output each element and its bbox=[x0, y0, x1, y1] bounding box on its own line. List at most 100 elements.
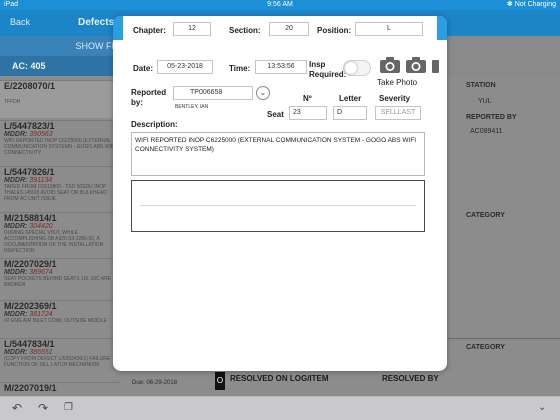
reported-by-name: BENTLEY, IAN bbox=[175, 104, 209, 110]
modal-accent bbox=[113, 16, 123, 40]
insp-required-toggle[interactable] bbox=[343, 60, 371, 76]
chapter-label: Chapter: bbox=[133, 26, 166, 35]
defect-id: M/2202369/1 bbox=[4, 301, 57, 311]
defect-list: E/2208070/1 TFFDH L/5447823/1 MDDR: 3905… bbox=[0, 76, 120, 396]
mddr-label: MDDR: bbox=[4, 131, 28, 138]
list-item[interactable]: E/2208070/1 TFFDH bbox=[0, 80, 120, 118]
resolved-on-label: RESOLVED ON LOG/ITEM bbox=[230, 374, 329, 383]
insp-required-label: Required: bbox=[309, 70, 347, 79]
defect-detail-pane: STATION YUL REPORTED BY AC089411 CATEGOR… bbox=[448, 76, 560, 396]
reported-by-value: TP006658 bbox=[190, 89, 223, 96]
station-label: STATION bbox=[466, 82, 496, 89]
modal-accent bbox=[437, 16, 447, 40]
mddr-value: 304420 bbox=[29, 223, 53, 230]
defect-mddr: MDDR: 391134 bbox=[4, 177, 120, 184]
copy-icon[interactable]: ❐ bbox=[64, 402, 73, 413]
seat-number-label: Nº bbox=[303, 94, 312, 103]
chevron-down-icon[interactable]: ⌄ bbox=[538, 402, 546, 413]
defect-id: L/5447823/1 bbox=[4, 121, 55, 131]
date-field[interactable]: 05-23-2018 bbox=[157, 60, 213, 74]
defect-mddr: MDDR: 304420 bbox=[4, 223, 120, 230]
divider bbox=[448, 338, 560, 339]
defect-entry-modal: Chapter: 12 Section: 20 Position: L Date… bbox=[113, 16, 447, 371]
seat-label: Seat bbox=[267, 110, 284, 119]
take-photo-label[interactable]: Take Photo bbox=[377, 78, 417, 87]
back-button[interactable]: Back bbox=[10, 17, 30, 27]
defect-id: M/2207029/1 bbox=[4, 259, 57, 269]
redo-icon[interactable]: ↷ bbox=[38, 401, 48, 415]
reported-by-value: AC089411 bbox=[470, 128, 503, 135]
bluetooth-icon: ✱ bbox=[506, 1, 513, 8]
section-field[interactable]: 20 bbox=[269, 22, 309, 36]
list-item[interactable]: M/2158814/1 MDDR: 304420 DURING SPECIAL … bbox=[0, 212, 120, 256]
defect-desc: #2 ENG AIR INLET COWL OUTSIDE MIDDLE bbox=[4, 318, 107, 324]
keyboard-toolbar: ↶ ↷ ❐ ⌄ bbox=[0, 396, 560, 420]
mddr-label: MDDR: bbox=[4, 177, 28, 184]
defect-id: L/5447834/1 bbox=[4, 339, 55, 349]
camera-icon[interactable] bbox=[405, 56, 427, 74]
insp-label: Insp bbox=[309, 60, 326, 69]
undo-icon[interactable]: ↶ bbox=[12, 401, 22, 415]
category-label: CATEGORY bbox=[466, 212, 505, 219]
category-label: CATEGORY bbox=[466, 344, 505, 351]
battery-label: Not Charging bbox=[514, 1, 556, 8]
mddr-value: 381724 bbox=[29, 311, 53, 318]
defect-desc: TFFDH bbox=[4, 99, 21, 105]
mddr-label: MDDR: bbox=[4, 223, 28, 230]
list-item[interactable]: M/2207029/1 MDDR: 389674 SEAT POCKETS BE… bbox=[0, 258, 120, 298]
clock: 9:56 AM bbox=[267, 1, 293, 8]
position-field[interactable]: L bbox=[355, 22, 423, 36]
severity-label: Severity bbox=[379, 94, 411, 103]
battery-status: ✱ Not Charging bbox=[507, 0, 556, 10]
defect-mddr: MDDR: 386551 bbox=[4, 349, 120, 356]
mddr-label: MDDR: bbox=[4, 269, 28, 276]
list-item[interactable]: L/5447826/1 MDDR: 391134 TAPED FROM C651… bbox=[0, 166, 120, 210]
reported-by-label: Reported bbox=[131, 88, 167, 97]
severity-field[interactable]: SELLLAST bbox=[375, 106, 421, 120]
reported-by-label-2: by: bbox=[131, 98, 143, 107]
mddr-value: 386551 bbox=[29, 349, 53, 356]
station-value: YUL bbox=[478, 98, 492, 105]
defect-desc: SEAT POCKETS BEHIND SEATS 10L 16C ARE BR… bbox=[4, 276, 112, 288]
section-label: Section: bbox=[229, 26, 261, 35]
signature-pad[interactable] bbox=[131, 180, 425, 232]
defect-id: E/2208070/1 bbox=[4, 81, 56, 91]
defect-desc: TAPED FROM C6510800 - TSD 50SDU INOP THA… bbox=[4, 184, 107, 202]
show-filter-button[interactable]: SHOW FI bbox=[0, 36, 120, 56]
date-label: Date: bbox=[133, 64, 154, 73]
chevron-down-icon[interactable]: ⌄ bbox=[256, 86, 270, 100]
mddr-value: 389674 bbox=[29, 269, 53, 276]
seat-letter-label: Letter bbox=[339, 94, 362, 103]
defect-mddr: MDDR: 390563 bbox=[4, 131, 120, 138]
defect-desc: WIFI REPORTED INOP C6225000 (EXTERNAL CO… bbox=[4, 138, 116, 156]
list-item[interactable]: L/5447834/1 MDDR: 386551 (COPY FROM DEFE… bbox=[0, 338, 120, 380]
list-item[interactable]: L/5447823/1 MDDR: 390563 WIFI REPORTED I… bbox=[0, 120, 120, 164]
defect-desc: (COPY FROM DEFECT L/5293436/1) FAILURE F… bbox=[4, 356, 111, 368]
signature-line bbox=[140, 205, 416, 206]
chapter-field[interactable]: 12 bbox=[173, 22, 211, 36]
page-title: Defects bbox=[78, 17, 115, 28]
status-bar: iPad 9:56 AM ✱ Not Charging bbox=[0, 0, 560, 10]
mddr-label: MDDR: bbox=[4, 349, 28, 356]
defect-desc: DURING SPECIAL VISIT, WHILE ACCOMPLISHIN… bbox=[4, 230, 104, 254]
defect-id: L/5447826/1 bbox=[4, 167, 55, 177]
defect-mddr: MDDR: 381724 bbox=[4, 311, 120, 318]
seat-letter-field[interactable]: D bbox=[333, 106, 367, 120]
due-date: Due: 08-29-2018 bbox=[132, 380, 178, 386]
mddr-value: 391134 bbox=[29, 177, 53, 184]
camera-icon[interactable] bbox=[379, 56, 401, 74]
time-field[interactable]: 13:53:56 bbox=[255, 60, 307, 74]
status-marker: O bbox=[215, 372, 225, 390]
resolved-by-label: RESOLVED BY bbox=[382, 374, 439, 383]
position-label: Position: bbox=[317, 26, 352, 35]
description-label: Description: bbox=[131, 120, 178, 129]
list-item[interactable]: M/2202369/1 MDDR: 381724 #2 ENG AIR INLE… bbox=[0, 300, 120, 336]
reported-by-label: REPORTED BY bbox=[466, 114, 517, 121]
defect-id: M/2207019/1 bbox=[4, 383, 57, 393]
camera-icon[interactable] bbox=[431, 56, 439, 74]
list-item[interactable]: M/2207019/1 bbox=[0, 382, 120, 396]
defect-id: M/2158814/1 bbox=[4, 213, 57, 223]
description-field[interactable]: WIFI REPORTED INOP C6225000 (EXTERNAL CO… bbox=[131, 132, 425, 176]
seat-number-field[interactable]: 23 bbox=[289, 106, 327, 120]
reported-by-select[interactable]: TP006658 ⌄ bbox=[173, 86, 270, 100]
